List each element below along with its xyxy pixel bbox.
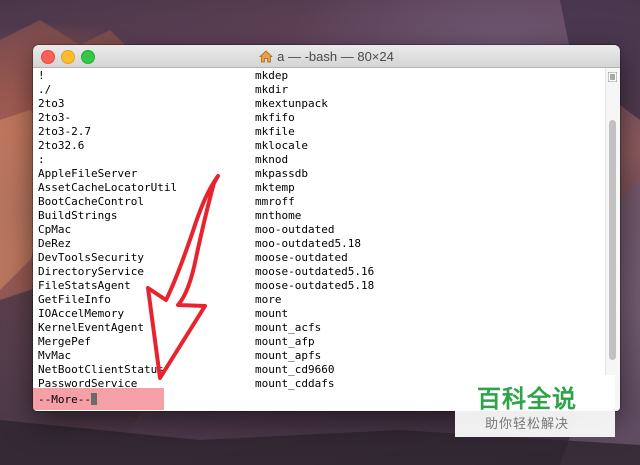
watermark: 百科全说 助你轻松解决 [455,375,615,437]
window-title: a — -bash — 80×24 [277,48,394,64]
command-list-right: mkdep mkdir mkextunpack mkfifo mkfile mklocal… [255,69,374,391]
command-entry: DevToolsSecurity [38,251,144,264]
command-entry: mklocale [255,139,308,152]
command-entry: AssetCacheLocatorUtil [38,181,178,194]
command-entry: 2to32.6 [38,139,85,152]
command-entry: mkpassdb [255,167,308,180]
command-entry: NetBootClientStatus [38,363,164,376]
command-entry: moo-outdated [255,223,335,236]
command-entry: mount_afp [255,335,315,348]
command-entry: mkfifo [255,111,295,124]
command-entry: BootCacheControl [38,195,144,208]
vertical-scrollbar[interactable] [605,68,620,411]
command-list-left: ! ./2to3 2to3- 2to3-2.7 2to32.6: AppleFileSer… [38,69,177,391]
command-entry: 2to3 [38,97,65,110]
command-entry: 2to3-2.7 [38,125,91,138]
pager-prompt-text: --More-- [38,393,91,406]
terminal-window[interactable]: a — -bash — 80×24 ! ./2to3 2to3- 2to3-2.7 2t… [33,45,620,411]
window-title-group: a — -bash — 80×24 [33,45,620,67]
command-entry: GetFileInfo [38,293,111,306]
command-entry: MergePef [38,335,91,348]
command-entry: DeRez [38,237,72,250]
command-entry: DirectoryService [38,265,144,278]
scrollbar-thumb[interactable] [609,120,616,360]
command-entry: mount_cddafs [255,377,335,390]
command-entry: mkdep [255,69,289,82]
command-entry: mkextunpack [255,97,328,110]
command-entry: moose-outdated5.18 [255,279,375,292]
command-entry: moose-outdated5.16 [255,265,375,278]
command-entry: : [38,153,45,166]
pager-prompt[interactable]: --More-- [38,393,97,407]
command-entry: mnthome [255,209,302,222]
command-entry: ./ [38,83,52,96]
command-entry: mount [255,307,289,320]
command-entry: FileStatsAgent [38,279,131,292]
command-entry: KernelEventAgent [38,321,144,334]
text-cursor [90,393,97,405]
home-folder-icon [259,50,274,62]
command-entry: mktemp [255,181,295,194]
command-entry: AppleFileServer [38,167,138,180]
command-entry: moose-outdated [255,251,348,264]
command-entry: moo-outdated5.18 [255,237,361,250]
command-entry: IOAccelMemory [38,307,125,320]
command-entry: MvMac [38,349,72,362]
command-entry: mkfile [255,125,295,138]
command-entry: mkdir [255,83,289,96]
title-bar[interactable]: a — -bash — 80×24 [33,45,620,68]
command-entry: more [255,293,282,306]
command-entry: BuildStrings [38,209,118,222]
command-entry: mount_acfs [255,321,322,334]
watermark-subtitle: 助你轻松解决 [485,417,570,432]
terminal-output[interactable]: ! ./2to3 2to3- 2to3-2.7 2to32.6: AppleFileSer… [33,68,605,411]
command-entry: 2to3- [38,111,72,124]
command-entry: ! [38,69,45,82]
command-entry: mount_apfs [255,349,322,362]
command-entry: CpMac [38,223,72,236]
watermark-title: 百科全说 [477,385,577,413]
command-entry: mmroff [255,195,295,208]
command-entry: mount_cd9660 [255,363,335,376]
command-entry: mknod [255,153,289,166]
list-menu-icon[interactable] [608,72,617,82]
